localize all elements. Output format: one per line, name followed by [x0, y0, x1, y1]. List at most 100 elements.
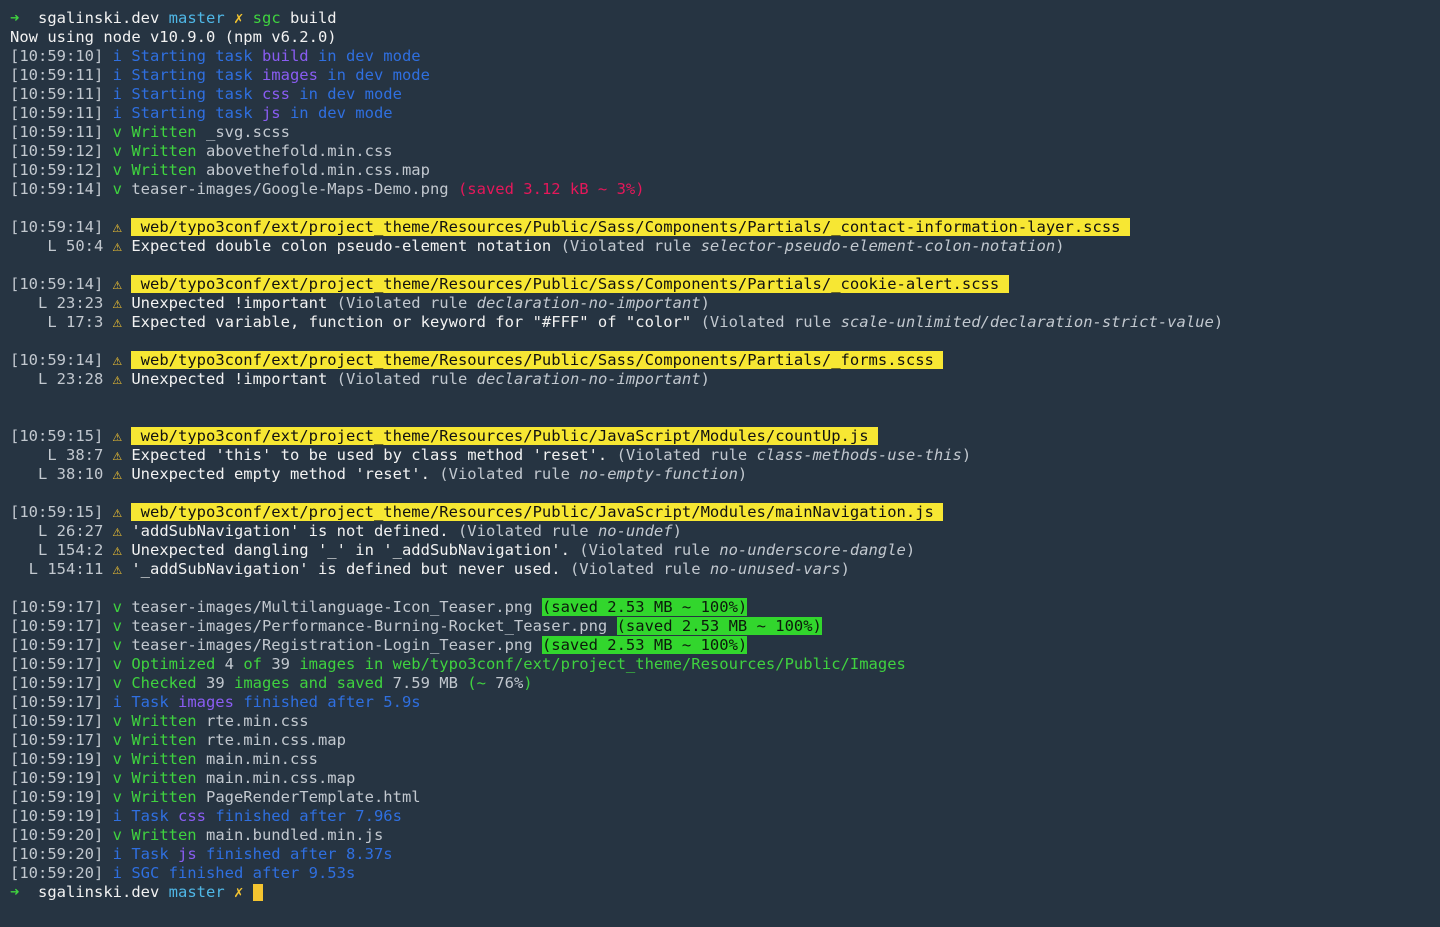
warning-icon: ⚠ — [112, 503, 132, 521]
text-segment: PageRenderTemplate.html — [205, 788, 421, 806]
text-segment: v Written — [112, 826, 206, 844]
text-segment: in dev mode — [280, 104, 393, 122]
rule-text: ) — [1055, 237, 1065, 255]
rule-text: ) — [1213, 313, 1224, 331]
terminal-line-log: [10:59:11] i Starting task js in dev mod… — [10, 104, 1440, 123]
file-path-highlight: web/typo3conf/ext/project_theme/Resource… — [131, 218, 1130, 236]
timestamp: L 50:4 — [10, 237, 113, 255]
terminal-line-log: [10:59:10] i Starting task build in dev … — [10, 47, 1440, 66]
timestamp: [10:59:19] — [10, 807, 113, 825]
warning-icon: ⚠ — [112, 313, 132, 331]
rule-name: no-empty-function — [579, 465, 738, 483]
text-segment: Now using node v10.9.0 (npm v6.2.0) — [10, 28, 337, 46]
terminal-line-log: [10:59:12] v Written abovethefold.min.cs… — [10, 161, 1440, 180]
git-branch: master — [168, 9, 234, 27]
dirty-mark-icon: ✗ — [233, 883, 253, 901]
text-segment: build — [289, 9, 337, 27]
terminal-line-log: [10:59:11] i Starting task images in dev… — [10, 66, 1440, 85]
timestamp: L 38:10 — [10, 465, 113, 483]
prompt-arrow-icon: ➜ — [10, 883, 38, 901]
timestamp: [10:59:17] — [10, 655, 113, 673]
terminal-line-log: [10:59:11] v Written _svg.scss — [10, 123, 1440, 142]
dirty-mark-icon: ✗ — [233, 9, 253, 27]
terminal-line-issue: L 38:7 ⚠ Expected 'this' to be used by c… — [10, 446, 1440, 465]
warning-icon: ⚠ — [112, 427, 132, 445]
file-path-highlight: web/typo3conf/ext/project_theme/Resource… — [131, 351, 944, 369]
warning-icon: ⚠ — [112, 465, 132, 483]
timestamp: [10:59:15] — [10, 503, 113, 521]
terminal-line-file: [10:59:14] ⚠ web/typo3conf/ext/project_t… — [10, 275, 1440, 294]
text-segment: main.min.css.map — [205, 769, 356, 787]
text-segment: v — [112, 180, 132, 198]
text-segment: v Written — [112, 142, 206, 160]
warning-icon: ⚠ — [112, 370, 132, 388]
terminal-line-log: [10:59:19] v Written main.min.css — [10, 750, 1440, 769]
timestamp: [10:59:17] — [10, 617, 113, 635]
rule-text: (Violated rule — [336, 370, 477, 388]
terminal-cursor[interactable] — [252, 884, 263, 901]
timestamp: [10:59:11] — [10, 85, 113, 103]
terminal-line-issue: L 154:2 ⚠ Unexpected dangling '_' in '_a… — [10, 541, 1440, 560]
terminal-line-issue: L 26:27 ⚠ 'addSubNavigation' is not defi… — [10, 522, 1440, 541]
rule-text: ) — [700, 294, 710, 312]
text-segment: rte.min.css — [205, 712, 309, 730]
warning-icon: ⚠ — [112, 218, 132, 236]
rule-name: no-underscore-dangle — [719, 541, 906, 559]
saved-badge: (saved 2.53 MB ~ 100%) — [541, 598, 748, 616]
text-segment: of — [233, 655, 272, 673]
timestamp: L 17:3 — [10, 313, 113, 331]
text-segment: Expected 'this' to be used by class meth… — [131, 446, 617, 464]
text-segment: 4 — [224, 655, 234, 673]
terminal-line-issue: L 50:4 ⚠ Expected double colon pseudo-el… — [10, 237, 1440, 256]
saved-badge: (saved 2.53 MB ~ 100%) — [616, 617, 822, 635]
text-segment: i SGC finished after 9.53s — [112, 864, 356, 882]
text-segment: Unexpected !important — [131, 370, 337, 388]
timestamp: [10:59:14] — [10, 218, 113, 236]
file-path-highlight: web/typo3conf/ext/project_theme/Resource… — [131, 503, 944, 521]
text-segment: 76% — [495, 674, 524, 692]
terminal-window[interactable]: ➜ sgalinski.dev master ✗ sgc build Now us… — [10, 9, 1440, 902]
rule-text: (Violated rule — [457, 522, 598, 540]
text-segment: i Task — [112, 693, 178, 711]
timestamp: [10:59:20] — [10, 826, 113, 844]
terminal-line-prompt: ➜ sgalinski.dev master ✗ sgc build — [10, 9, 1440, 28]
timestamp: [10:59:19] — [10, 788, 113, 806]
text-segment: i Starting task — [112, 85, 262, 103]
warning-icon: ⚠ — [112, 275, 132, 293]
rule-text: ) — [905, 541, 916, 559]
timestamp: L 26:27 — [10, 522, 113, 540]
file-path-highlight: web/typo3conf/ext/project_theme/Resource… — [131, 275, 1009, 293]
terminal-line-file: [10:59:14] ⚠ web/typo3conf/ext/project_t… — [10, 351, 1440, 370]
terminal-line-issue: L 38:10 ⚠ Unexpected empty method 'reset… — [10, 465, 1440, 484]
terminal-line-log: [10:59:17] v teaser-images/Multilanguage… — [10, 598, 1440, 617]
text-segment: 7.59 MB — [392, 674, 458, 692]
text-segment: Unexpected !important — [131, 294, 337, 312]
git-branch: master — [168, 883, 234, 901]
terminal-line-log: [10:59:20] v Written main.bundled.min.js — [10, 826, 1440, 845]
terminal-line-log: [10:59:12] v Written abovethefold.min.cs… — [10, 142, 1440, 161]
text-segment: in dev mode — [289, 85, 402, 103]
timestamp: [10:59:14] — [10, 275, 113, 293]
timestamp: [10:59:19] — [10, 750, 113, 768]
timestamp: [10:59:17] — [10, 674, 113, 692]
terminal-line-log: [10:59:19] v Written PageRenderTemplate.… — [10, 788, 1440, 807]
terminal-line-log: [10:59:17] i Task images finished after … — [10, 693, 1440, 712]
text-segment: js — [261, 104, 281, 122]
text-segment: css — [261, 85, 290, 103]
rule-name: declaration-no-important — [476, 370, 701, 388]
terminal-line-log: [10:59:17] v Optimized 4 of 39 images in… — [10, 655, 1440, 674]
text-segment: Unexpected empty method 'reset'. — [131, 465, 440, 483]
text-segment: 39 — [271, 655, 290, 673]
text-segment: images and saved — [224, 674, 393, 692]
saved-badge: (saved 2.53 MB ~ 100%) — [541, 636, 748, 654]
timestamp: L 38:7 — [10, 446, 113, 464]
timestamp: [10:59:12] — [10, 142, 113, 160]
text-segment: main.bundled.min.js — [205, 826, 384, 844]
text-segment: teaser-images/Multilanguage-Icon_Teaser.… — [131, 598, 542, 616]
terminal-line-log: [10:59:17] v teaser-images/Performance-B… — [10, 617, 1440, 636]
text-segment: v Written — [112, 123, 206, 141]
text-segment: finished after 7.96s — [205, 807, 402, 825]
